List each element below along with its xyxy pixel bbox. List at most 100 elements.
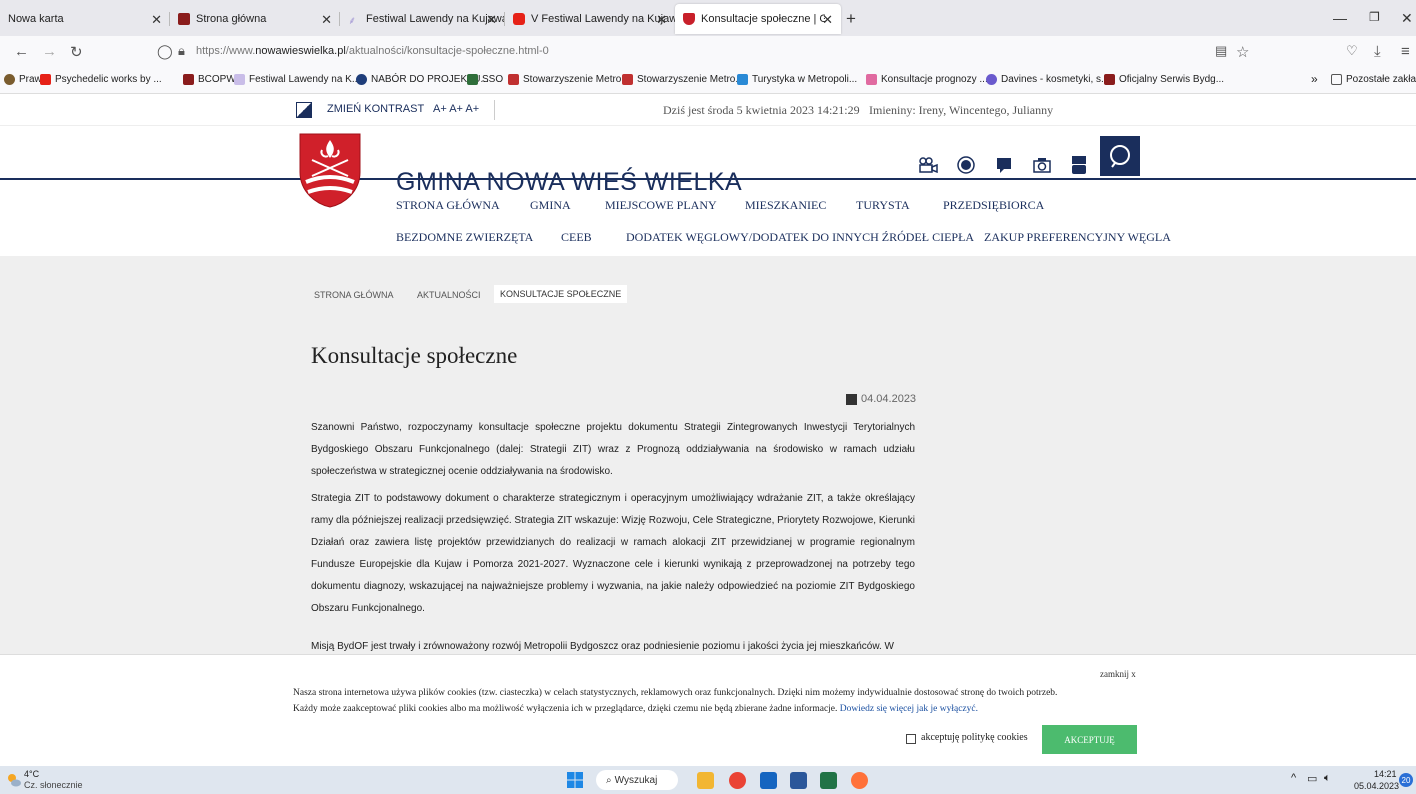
bookmark-item[interactable]: Stowarzyszenie Metro... (622, 74, 744, 85)
pocket-icon[interactable]: ♡ (1346, 43, 1358, 59)
breadcrumb-news[interactable]: AKTUALNOŚCI (417, 290, 481, 300)
search-icon: ⌕ (606, 774, 612, 786)
bookmark-favicon-icon (737, 74, 748, 85)
weather-description[interactable]: Cz. słonecznie (24, 780, 83, 790)
back-icon[interactable]: ← (14, 43, 29, 60)
accept-cookies-button[interactable]: AKCEPTUJĘ (1042, 725, 1137, 754)
browser-nav-bar: ← → ↻ ◯ 🔒︎ https://www.nowawieswielka.pl… (0, 36, 1416, 68)
bookmark-item[interactable]: BCOPW (183, 74, 236, 85)
bookmark-label: Stowarzyszenie Metro... (523, 74, 630, 85)
tab-konsultacje[interactable]: Konsultacje społeczne | GMINA ✕ (675, 4, 841, 34)
contrast-icon[interactable] (296, 102, 312, 118)
bookmark-favicon-icon (4, 74, 15, 85)
gmina-crest-logo[interactable] (298, 132, 362, 208)
chevron-up-icon[interactable]: ^ (1291, 772, 1296, 784)
bookmark-item[interactable]: SSO (467, 74, 503, 85)
file-explorer-icon[interactable] (697, 772, 714, 789)
url-prefix: https://www. (196, 45, 256, 57)
tab-v-festiwal[interactable]: V Festiwal Lawendy na Kujawac ✕ (505, 4, 675, 34)
font-size-controls[interactable]: A+ A+ A+ (433, 103, 479, 115)
excel-icon[interactable] (820, 772, 837, 789)
taskbar-search[interactable]: ⌕ Wyszukaj (596, 770, 678, 790)
windows-start-icon[interactable] (567, 772, 583, 788)
bookmark-star-icon[interactable]: ☆ (1236, 43, 1249, 61)
cookie-info-link[interactable]: Dowiedz się więcej jak je wyłączyć. (840, 704, 978, 714)
minimize-icon[interactable]: — (1333, 10, 1347, 26)
bcopw-icon (178, 13, 190, 25)
youtube-icon (513, 13, 525, 25)
menu-icon[interactable]: ≡ (1401, 43, 1410, 60)
nav-miejscowe-plany[interactable]: MIEJSCOWE PLANY (605, 198, 717, 213)
cookie-policy-checkbox[interactable] (906, 734, 916, 744)
bookmark-item[interactable]: Davines - kosmetyki, s... (986, 74, 1109, 85)
nav-turysta[interactable]: TURYSTA (856, 198, 910, 213)
new-tab-button[interactable]: + (846, 9, 856, 29)
other-bookmarks-label: Pozostałe zakładki (1346, 74, 1416, 85)
newsletter-icon[interactable] (993, 154, 1015, 176)
camera-icon[interactable] (1031, 154, 1053, 176)
bookmark-item[interactable]: Stowarzyszenie Metro... (508, 74, 630, 85)
video-camera-icon[interactable] (917, 154, 939, 176)
speaker-icon[interactable]: 🔈︎ (1324, 772, 1331, 785)
bookmark-label: Turystyka w Metropoli... (752, 74, 858, 85)
site-title[interactable]: GMINA NOWA WIEŚ WIELKA (396, 168, 742, 197)
nav-strona-glowna[interactable]: STRONA GŁÓWNA (396, 198, 500, 213)
lock-icon[interactable]: 🔒︎ (178, 43, 185, 59)
nav-dodatek-weglowy[interactable]: DODATEK WĘGLOWY/DODATEK DO INNYCH ŹRÓDEŁ… (626, 230, 974, 245)
youtube-icon[interactable] (1068, 154, 1090, 176)
tab-strona-glowna[interactable]: Strona główna ✕ (170, 4, 340, 34)
close-tab-icon[interactable]: ✕ (656, 12, 667, 28)
bookmark-item[interactable]: Psychedelic works by ... (40, 74, 162, 85)
breadcrumb-home[interactable]: STRONA GŁÓWNA (314, 290, 394, 300)
current-date: Dziś jest środa 5 kwietnia 2023 14:21:29 (663, 103, 860, 117)
outlook-icon[interactable] (760, 772, 777, 789)
notifications-badge[interactable]: 20 (1399, 773, 1413, 787)
nav-mieszkaniec[interactable]: MIESZKANIEC (745, 198, 826, 213)
network-icon[interactable]: ▭ (1307, 772, 1317, 785)
bip-icon[interactable] (955, 154, 977, 176)
downloads-icon[interactable]: ⤓ (1374, 43, 1381, 60)
clock-time[interactable]: 14:21 (1374, 769, 1397, 779)
word-icon[interactable] (790, 772, 807, 789)
close-tab-icon[interactable]: ✕ (321, 12, 332, 28)
bookmark-item[interactable]: Oficjalny Serwis Bydg... (1104, 74, 1224, 85)
clock-date[interactable]: 05.04.2023 (1354, 781, 1399, 791)
forward-icon[interactable]: → (42, 43, 57, 60)
nav-ceeb[interactable]: CEEB (561, 230, 592, 245)
bookmark-item[interactable]: Turystyka w Metropoli... (737, 74, 857, 85)
nav-zakup-wegla[interactable]: ZAKUP PREFERENCYJNY WĘGLA (984, 230, 1171, 245)
tab-label: V Festiwal Lawendy na Kujawac (531, 13, 675, 25)
shield-icon[interactable]: ◯ (157, 43, 173, 60)
chevron-right-icon[interactable]: » (1311, 72, 1318, 86)
windows-taskbar: 4°C Cz. słonecznie ⌕ Wyszukaj ^ ▭ 🔈︎ 14:2… (0, 766, 1416, 794)
other-bookmarks[interactable]: Pozostałe zakładki (1331, 74, 1416, 85)
nav-gmina[interactable]: GMINA (530, 198, 571, 213)
bookmark-item[interactable]: Festiwal Lawendy na K... (234, 74, 360, 85)
close-window-icon[interactable]: ✕ (1401, 10, 1413, 27)
close-tab-icon[interactable]: ✕ (822, 12, 833, 28)
bookmarks-toolbar: Prawo Psychedelic works by ... BCOPW Fes… (0, 68, 1416, 94)
reader-view-icon[interactable]: ▤ (1215, 43, 1227, 59)
article-paragraph: Strategia ZIT to podstawowy dokument o c… (311, 493, 915, 614)
search-button[interactable] (1100, 136, 1140, 176)
bookmark-item[interactable]: Konsultacje prognozy ... (866, 74, 988, 85)
chrome-icon[interactable] (729, 772, 746, 789)
firefox-icon[interactable] (851, 772, 868, 789)
nav-przedsiebiorca[interactable]: PRZEDSIĘBIORCA (943, 198, 1044, 213)
tab-new-tab[interactable]: Nowa karta ✕ (0, 4, 170, 34)
contrast-toggle[interactable]: ZMIEŃ KONTRAST (327, 103, 424, 115)
weather-temperature[interactable]: 4°C (24, 769, 39, 779)
close-tab-icon[interactable]: ✕ (151, 12, 162, 28)
bookmark-label: Davines - kosmetyki, s... (1001, 74, 1110, 85)
restore-icon[interactable]: ❐ (1369, 10, 1380, 24)
youtube-icon (40, 74, 51, 85)
close-tab-icon[interactable]: ✕ (486, 12, 497, 28)
search-icon (1110, 145, 1130, 168)
tab-festiwal-lawendy[interactable]: ⸙ Festiwal Lawendy na Kujawach ✕ (340, 4, 505, 34)
nav-bezdomne-zwierzeta[interactable]: BEZDOMNE ZWIERZĘTA (396, 230, 533, 245)
cookie-close-button[interactable]: zamknij x (1100, 669, 1136, 679)
cookie-policy-label[interactable]: akceptuję politykę cookies (921, 732, 1028, 743)
url-bar[interactable]: https://www.nowawieswielka.pl/aktualnośc… (196, 45, 549, 57)
reload-icon[interactable]: ↻ (70, 43, 83, 61)
weather-icon[interactable] (6, 772, 22, 788)
